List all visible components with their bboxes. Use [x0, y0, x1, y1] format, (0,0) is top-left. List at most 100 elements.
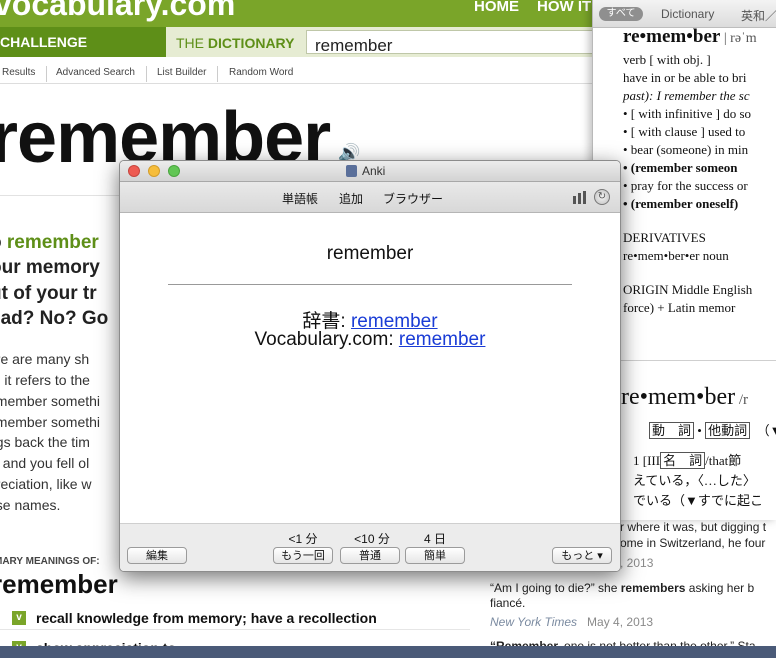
jp-pos-tag: 他動詞 [705, 422, 751, 439]
tab-the-dictionary[interactable]: THE DICTIONARY [176, 35, 294, 51]
usage-quote-date: , 2013 [620, 556, 653, 570]
toolbar-add[interactable]: 追加 [339, 190, 363, 207]
blurb-text: o [0, 232, 7, 253]
definition-line: • [ with clause ] used to [623, 124, 746, 139]
jp-pos-tag: 動 詞 [649, 422, 695, 439]
minimize-button[interactable] [148, 165, 160, 177]
subnav-advanced-search[interactable]: Advanced Search [56, 67, 135, 78]
vocab-logo[interactable]: vocabulary.com [0, 0, 235, 23]
card-front: remember [326, 243, 414, 264]
section-heading: DERIVATIVES [623, 230, 706, 245]
usage-quote: fiancé. [490, 596, 526, 610]
toolbar-browse[interactable]: ブラウザー [383, 190, 443, 207]
answer-bar: <1 分 <10 分 4 日 編集 もう一回 普通 簡単 もっと ▾ [120, 523, 620, 571]
origin-line: force) + Latin memor [623, 300, 736, 315]
jp-text: 1 [III [633, 453, 661, 468]
quote-date: , 2013 [620, 556, 654, 570]
more-button[interactable]: もっと ▾ [552, 547, 612, 564]
paragraph-line: re it refers to the [0, 372, 90, 388]
subnav-results[interactable]: Results [2, 67, 35, 78]
subnav-divider [217, 66, 218, 82]
meaning-text: recall knowledge from memory; have a rec… [36, 610, 377, 626]
summary-word: remember [0, 569, 118, 599]
dictionary-tabbar: すべて Dictionary 英和／ [593, 0, 776, 28]
blurb-line: ead? No? Go [0, 308, 109, 329]
blurb-highlight: remember [6, 232, 99, 253]
definition-line: have in or be able to bri [623, 70, 747, 85]
interval-again: <1 分 [288, 532, 318, 546]
paragraph-line: ere are many sh [0, 351, 90, 367]
tab-english-japanese[interactable]: 英和／ [741, 7, 776, 24]
nav-how-it-works[interactable]: HOW IT [537, 0, 591, 15]
subnav-random-word[interactable]: Random Word [229, 67, 293, 78]
blurb-line: o remember [0, 232, 99, 254]
anki-app-icon [346, 165, 357, 177]
sync-icon[interactable]: ↻ [594, 189, 610, 205]
quote-text: asking her b [685, 581, 755, 595]
paragraph-line: emember somethi [0, 393, 101, 409]
edit-button[interactable]: 編集 [127, 547, 187, 564]
derivative-line: re•mem•ber•er noun [623, 248, 729, 263]
definition-line: • [ with infinitive ] do so [623, 106, 752, 121]
jp-text: /that節 [705, 453, 742, 468]
anki-window: Anki 単語帳 追加 ブラウザー ↻ remember 辞書: remembe… [119, 160, 621, 572]
stats-icon[interactable] [572, 191, 588, 204]
quote-keyword: remembers [620, 581, 686, 595]
anki-toolbar: 単語帳 追加 ブラウザー ↻ [120, 182, 620, 213]
headword-text: re•mem•ber [621, 384, 736, 410]
blurb-line: our memory [0, 257, 100, 278]
anki-titlebar[interactable]: Anki [120, 161, 620, 182]
paragraph-line: preciation, like w [0, 476, 92, 492]
dictionary-headword-2: re•mem•ber /r [621, 384, 748, 411]
subnav-divider [46, 66, 47, 82]
origin-line: ORIGIN Middle English [623, 282, 753, 297]
interval-easy: 4 日 [423, 532, 446, 546]
paragraph-line: ngs back the tim [0, 434, 90, 450]
pronunciation: /r [735, 392, 749, 408]
paragraph-line: le and you fell ol [0, 455, 90, 471]
dictionary-headword: re•mem•ber | rəˈm [623, 26, 757, 48]
toolbar-decks[interactable]: 単語帳 [282, 190, 318, 207]
definition-line: • bear (someone) in min [623, 142, 749, 157]
good-button[interactable]: 普通 [340, 547, 400, 564]
the-dictionary-label: DICTIONARY [207, 35, 295, 51]
interval-good: <10 分 [354, 532, 390, 546]
easy-button[interactable]: 簡単 [405, 547, 465, 564]
tab-all[interactable]: すべて [599, 7, 643, 21]
meaning-row[interactable]: v recall knowledge from memory; have a r… [0, 607, 470, 630]
jp-dot: • [697, 423, 702, 438]
paragraph-line: emember somethi [0, 414, 101, 430]
usage-quote: ome in Switzerland, he four [620, 536, 766, 550]
nav-home[interactable]: HOME [474, 0, 519, 15]
tab-challenge[interactable]: CHALLENGE [0, 34, 87, 50]
entry-separator [621, 360, 776, 361]
definition-line: • (remember someon [623, 160, 738, 175]
tab-dictionary[interactable]: Dictionary [661, 7, 714, 21]
the-dictionary-the: THE [176, 35, 208, 51]
usage-quote: r where it was, but digging t [620, 520, 767, 534]
dock-strip [0, 646, 776, 658]
close-button[interactable] [128, 165, 140, 177]
subnav-list-builder[interactable]: List Builder [157, 67, 206, 78]
dictionary-search-input[interactable]: remember [306, 30, 606, 55]
headword-text: re•mem•ber [623, 26, 721, 47]
definition-line: verb [ with obj. ] [623, 52, 711, 67]
summary-label: MARY MEANINGS OF: [0, 556, 100, 567]
vocabulary-link[interactable]: remember [399, 329, 486, 350]
answer-divider [168, 284, 572, 285]
definition-line: • (remember oneself) [623, 196, 739, 211]
back-label: Vocabulary.com: [254, 329, 399, 350]
zoom-button[interactable] [168, 165, 180, 177]
verb-badge: v [12, 611, 26, 625]
jp-sense-line: えている，〈…した〉 [633, 473, 756, 488]
card-back-line: Vocabulary.com: remember [120, 329, 620, 351]
paragraph-line: ose names. [0, 497, 61, 513]
jp-sense-line: でいる（▼すでに起こ [633, 493, 763, 508]
definition-line: • pray for the success or [623, 178, 748, 193]
blurb-line: ut of your tr [0, 283, 97, 304]
jp-pos-tag: 名 詞 [660, 452, 706, 469]
pronunciation: | rəˈm [720, 31, 757, 46]
card-area: remember 辞書: remember Vocabulary.com: re… [120, 213, 620, 523]
quote-source-name[interactable]: New York Times [490, 615, 577, 629]
again-button[interactable]: もう一回 [273, 547, 333, 564]
